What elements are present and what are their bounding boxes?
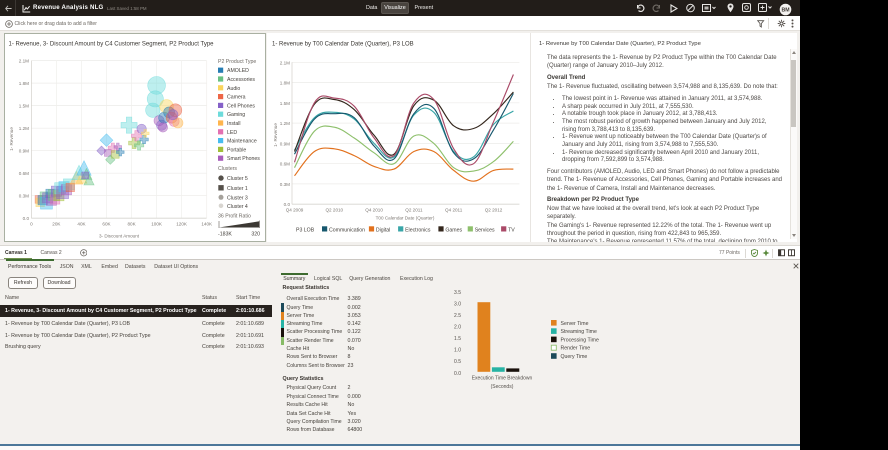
svg-text:Q2 2012: Q2 2012 bbox=[485, 207, 503, 212]
svg-text:LED: LED bbox=[227, 130, 237, 136]
svg-text:1- Revenue, 3- Discount Amount: 1- Revenue, 3- Discount Amount by C4 Cus… bbox=[9, 42, 215, 48]
svg-text:100K: 100K bbox=[151, 221, 163, 226]
svg-text:0.9M: 0.9M bbox=[19, 149, 29, 154]
svg-text:Camera: Camera bbox=[227, 95, 246, 101]
svg-text:Clusters: Clusters bbox=[218, 166, 237, 172]
svg-text:2.1M: 2.1M bbox=[280, 60, 290, 65]
svg-text:Games: Games bbox=[445, 228, 462, 234]
svg-text:0.6M: 0.6M bbox=[19, 171, 29, 176]
svg-text:Maintenance: Maintenance bbox=[227, 139, 257, 145]
svg-text:120K: 120K bbox=[176, 221, 188, 226]
svg-text:Portable: Portable bbox=[227, 147, 246, 153]
svg-text:Cluster 4: Cluster 4 bbox=[227, 204, 248, 210]
svg-text:0.0: 0.0 bbox=[23, 216, 30, 221]
svg-text:1.8M: 1.8M bbox=[19, 81, 29, 86]
svg-text:Cluster 5: Cluster 5 bbox=[227, 176, 248, 182]
svg-text:1.0: 1.0 bbox=[454, 348, 461, 354]
svg-text:0.6M: 0.6M bbox=[280, 162, 290, 167]
svg-text:Accessories: Accessories bbox=[227, 77, 255, 83]
svg-text:P3 LOB: P3 LOB bbox=[296, 228, 315, 234]
svg-text:1.5: 1.5 bbox=[454, 336, 461, 342]
svg-text:3- Discount Amount: 3- Discount Amount bbox=[99, 233, 140, 238]
svg-text:0.0: 0.0 bbox=[454, 371, 461, 377]
svg-text:Install: Install bbox=[227, 121, 241, 127]
svg-text:0: 0 bbox=[30, 221, 33, 226]
svg-text:1.5M: 1.5M bbox=[280, 101, 290, 106]
svg-text:TV: TV bbox=[508, 228, 515, 234]
svg-text:3.0: 3.0 bbox=[454, 302, 461, 308]
svg-text:2.5: 2.5 bbox=[454, 313, 461, 319]
svg-text:Gaming: Gaming bbox=[227, 112, 245, 118]
svg-text:Q4 2011: Q4 2011 bbox=[445, 207, 463, 212]
svg-text:1- Revenue by T00 Calendar Dat: 1- Revenue by T00 Calendar Date (Quarter… bbox=[272, 42, 414, 48]
svg-text:0.3M: 0.3M bbox=[280, 182, 290, 187]
svg-text:1.8M: 1.8M bbox=[280, 81, 290, 86]
svg-text:Cluster 3: Cluster 3 bbox=[227, 195, 248, 201]
svg-text:80K: 80K bbox=[128, 221, 137, 226]
svg-text:Cell Phones: Cell Phones bbox=[227, 103, 255, 109]
svg-text:36 Profit Ratio: 36 Profit Ratio bbox=[218, 213, 251, 219]
svg-text:1- Revenue: 1- Revenue bbox=[9, 127, 14, 151]
svg-text:Smart Phones: Smart Phones bbox=[227, 156, 260, 162]
svg-text:Query Time: Query Time bbox=[561, 354, 588, 360]
svg-text:140K: 140K bbox=[201, 221, 213, 226]
svg-text:BM: BM bbox=[781, 7, 789, 13]
svg-text:1.2M: 1.2M bbox=[19, 126, 29, 131]
svg-text:2.0: 2.0 bbox=[454, 325, 461, 331]
svg-text:Q2 2010: Q2 2010 bbox=[325, 207, 343, 212]
svg-text:320: 320 bbox=[251, 232, 260, 238]
svg-text:P2 Product Type: P2 Product Type bbox=[218, 59, 256, 65]
svg-text:Q4 2009: Q4 2009 bbox=[286, 207, 304, 212]
svg-text:1.5M: 1.5M bbox=[19, 104, 29, 109]
svg-text:Communication: Communication bbox=[329, 228, 365, 234]
svg-text:Streaming Time: Streaming Time bbox=[561, 329, 597, 335]
svg-text:Q4 2010: Q4 2010 bbox=[365, 207, 383, 212]
svg-text:0.9M: 0.9M bbox=[280, 141, 290, 146]
svg-text:Render Time: Render Time bbox=[561, 346, 591, 352]
svg-text:60K: 60K bbox=[102, 221, 111, 226]
svg-text:1- Revenue: 1- Revenue bbox=[273, 123, 278, 147]
svg-text:Execution Time Breakdown: Execution Time Breakdown bbox=[472, 376, 533, 382]
svg-text:Electronics: Electronics bbox=[405, 228, 431, 234]
svg-text:Services: Services bbox=[475, 228, 495, 234]
svg-text:Processing Time: Processing Time bbox=[561, 337, 599, 343]
svg-text:40K: 40K bbox=[77, 221, 86, 226]
svg-text:Cluster 1: Cluster 1 bbox=[227, 186, 248, 192]
svg-text:20K: 20K bbox=[52, 221, 61, 226]
svg-text:Audio: Audio bbox=[227, 86, 240, 92]
svg-text:Server Time: Server Time bbox=[561, 321, 589, 327]
svg-text:0.5: 0.5 bbox=[454, 359, 461, 365]
svg-text:(Seconds): (Seconds) bbox=[491, 384, 514, 390]
svg-text:0.3M: 0.3M bbox=[19, 194, 29, 199]
svg-text:T00 Calendar Date (Quarter): T00 Calendar Date (Quarter) bbox=[376, 216, 435, 221]
svg-text:Digital: Digital bbox=[376, 228, 390, 234]
svg-text:2.1M: 2.1M bbox=[19, 59, 29, 64]
svg-text:-183K: -183K bbox=[218, 232, 232, 238]
svg-text:AMOLED: AMOLED bbox=[227, 68, 249, 74]
svg-text:3.5: 3.5 bbox=[454, 290, 461, 296]
svg-text:Q2 2011: Q2 2011 bbox=[405, 207, 423, 212]
svg-text:1.2M: 1.2M bbox=[280, 121, 290, 126]
